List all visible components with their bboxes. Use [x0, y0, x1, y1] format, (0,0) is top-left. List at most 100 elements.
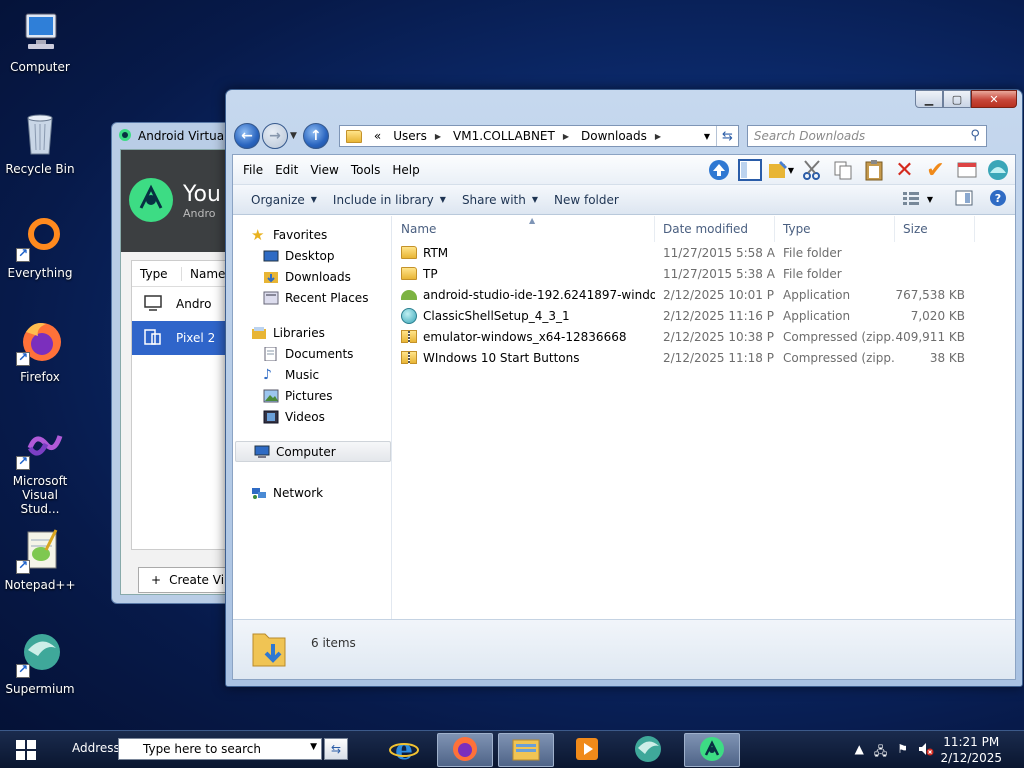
up-folder-icon[interactable]	[705, 158, 732, 182]
nav-music[interactable]: ♪ Music	[233, 364, 391, 385]
include-in-library-button[interactable]: Include in library ▼	[325, 193, 454, 207]
nav-desktop[interactable]: Desktop	[233, 245, 391, 266]
file-row[interactable]: WIndows 10 Start Buttons 2/12/2025 11:18…	[393, 347, 1015, 368]
view-dropdown-icon[interactable]: ▼	[927, 195, 933, 204]
taskbar-address-input[interactable]: Type here to search ▼	[118, 738, 322, 760]
folder-options-icon[interactable]: ▼	[767, 158, 794, 182]
desktop-icon-recycle-bin[interactable]: Recycle Bin	[2, 110, 78, 176]
column-date-modified[interactable]: Date modified	[655, 216, 775, 242]
nav-computer[interactable]: Computer	[235, 441, 391, 462]
chevron-down-icon[interactable]: ▼	[310, 742, 317, 752]
desktop-icon-computer[interactable]: Computer	[2, 8, 78, 74]
forward-button[interactable]: →	[262, 123, 288, 149]
column-name-label: Name	[401, 222, 437, 236]
file-row[interactable]: TP 11/27/2015 5:38 AM File folder	[393, 263, 1015, 284]
breadcrumb-arrow-icon[interactable]: ▶	[563, 132, 569, 141]
nav-recent-places[interactable]: Recent Places	[233, 287, 391, 308]
clock[interactable]: 11:21 PM 2/12/2025	[940, 734, 1002, 766]
avd-titlebar[interactable]: Android Virtual	[112, 123, 240, 149]
up-button[interactable]: ↑	[302, 123, 329, 149]
nav-videos[interactable]: Videos	[233, 406, 391, 427]
create-virtual-device-label: Create Vir	[169, 573, 229, 587]
breadcrumb-overflow[interactable]: «	[374, 129, 381, 143]
recent-pages-dropdown[interactable]: ▼	[290, 131, 297, 141]
breadcrumb-vm1[interactable]: VM1.COLLABNET	[453, 129, 555, 143]
new-folder-button[interactable]: New folder	[546, 193, 627, 207]
help-icon[interactable]: ?	[989, 189, 1007, 210]
change-view-icon[interactable]	[902, 191, 919, 208]
paste-icon[interactable]	[860, 158, 887, 182]
file-row[interactable]: ClassicShellSetup_4_3_1 2/12/2025 11:16 …	[393, 305, 1015, 326]
action-center-flag-icon[interactable]: ⚑	[897, 742, 908, 763]
file-date: 11/27/2015 5:38 AM	[663, 266, 775, 281]
column-name[interactable]: Name	[393, 216, 655, 242]
taskbar-supermium[interactable]	[620, 733, 676, 767]
taskbar-internet-explorer[interactable]: e	[376, 733, 432, 767]
preview-pane-icon[interactable]	[955, 190, 973, 209]
taskbar-android-studio[interactable]	[684, 733, 740, 767]
column-size[interactable]: Size	[895, 216, 975, 242]
file-row[interactable]: emulator-windows_x64-12836668 2/12/2025 …	[393, 326, 1015, 347]
menu-view[interactable]: View	[304, 163, 344, 177]
volume-muted-icon[interactable]	[918, 742, 934, 763]
taskbar-go-button[interactable]: ⇆	[324, 738, 348, 760]
share-with-button[interactable]: Share with ▼	[454, 193, 546, 207]
file-row[interactable]: RTM 11/27/2015 5:58 AM File folder	[393, 242, 1015, 263]
column-type[interactable]: Type	[775, 216, 895, 242]
desktop-icon-firefox[interactable]: Firefox	[2, 318, 78, 384]
menu-help[interactable]: Help	[386, 163, 425, 177]
avd-row[interactable]: Andro	[132, 287, 238, 321]
search-input[interactable]: Search Downloads ⚲	[746, 125, 987, 147]
folders-pane-icon[interactable]	[736, 158, 763, 182]
minimize-button[interactable]: ▁	[915, 90, 943, 108]
desktop-icon-supermium[interactable]: Supermium	[2, 630, 78, 696]
delete-icon[interactable]: ✕	[891, 158, 918, 183]
nav-documents[interactable]: Documents	[233, 343, 391, 364]
videos-icon	[263, 410, 279, 424]
notepad-plus-plus-icon	[16, 526, 64, 574]
nav-downloads[interactable]: Downloads	[233, 266, 391, 287]
nav-network[interactable]: Network	[233, 482, 391, 503]
menu-edit[interactable]: Edit	[269, 163, 304, 177]
start-button[interactable]	[6, 737, 46, 765]
classic-shell-installer-icon	[401, 307, 417, 324]
back-button[interactable]: ←	[234, 123, 260, 149]
menu-file[interactable]: File	[237, 163, 269, 177]
network-tray-icon[interactable]: 🖧	[874, 742, 887, 763]
file-row[interactable]: android-studio-ide-192.6241897-windows 2…	[393, 284, 1015, 305]
show-hidden-icons-icon[interactable]: ▲	[855, 742, 864, 763]
breadcrumb-downloads[interactable]: Downloads	[581, 129, 647, 143]
organize-button[interactable]: Organize ▼	[243, 193, 325, 207]
refresh-button[interactable]: ⇆	[715, 126, 738, 146]
avd-col-type[interactable]: Type	[132, 266, 182, 281]
classic-shell-icon[interactable]	[984, 158, 1011, 182]
address-bar[interactable]: « Users ▶ VM1.COLLABNET ▶ Downloads ▶ ▼ ⇆	[338, 125, 739, 147]
maximize-button[interactable]: ▢	[943, 90, 971, 108]
taskbar-file-explorer[interactable]	[498, 733, 554, 767]
explorer-window[interactable]: ▁ ▢ ✕ ← → ▼ ↑ « Users ▶ VM1.COLLABNET ▶ Do…	[225, 89, 1023, 687]
properties-checkmark-icon[interactable]: ✔	[922, 158, 949, 183]
create-virtual-device-button[interactable]: + Create Vir	[138, 567, 238, 593]
desktop-icon-visual-studio[interactable]: Microsoft Visual Stud...	[2, 422, 78, 516]
breadcrumb-users[interactable]: Users	[393, 129, 427, 143]
avd-row-selected[interactable]: Pixel 2	[132, 321, 238, 355]
taskbar-media-player[interactable]	[559, 733, 615, 767]
breadcrumb-arrow-icon[interactable]: ▶	[435, 132, 441, 141]
taskbar-firefox[interactable]	[437, 733, 493, 767]
go-arrows-icon: ⇆	[330, 742, 342, 756]
android-virtual-device-window[interactable]: Android Virtual You Andro Type Name Andr…	[111, 122, 241, 604]
desktop-icon-everything[interactable]: Everything	[2, 214, 78, 280]
copy-icon[interactable]	[829, 158, 856, 182]
nav-libraries[interactable]: Libraries	[233, 322, 391, 343]
cut-icon[interactable]	[798, 158, 825, 182]
properties-icon[interactable]	[953, 158, 980, 182]
menu-tools[interactable]: Tools	[345, 163, 387, 177]
search-icon[interactable]: ⚲	[970, 128, 980, 143]
breadcrumb-arrow-icon[interactable]: ▶	[655, 132, 661, 141]
avd-banner-subtitle: Andro	[183, 207, 216, 220]
desktop-icon-notepad-plus-plus[interactable]: Notepad++	[2, 526, 78, 592]
close-button[interactable]: ✕	[971, 90, 1017, 108]
nav-pictures[interactable]: Pictures	[233, 385, 391, 406]
address-dropdown-icon[interactable]: ▼	[700, 126, 714, 146]
nav-favorites[interactable]: ★ Favorites	[233, 224, 391, 245]
